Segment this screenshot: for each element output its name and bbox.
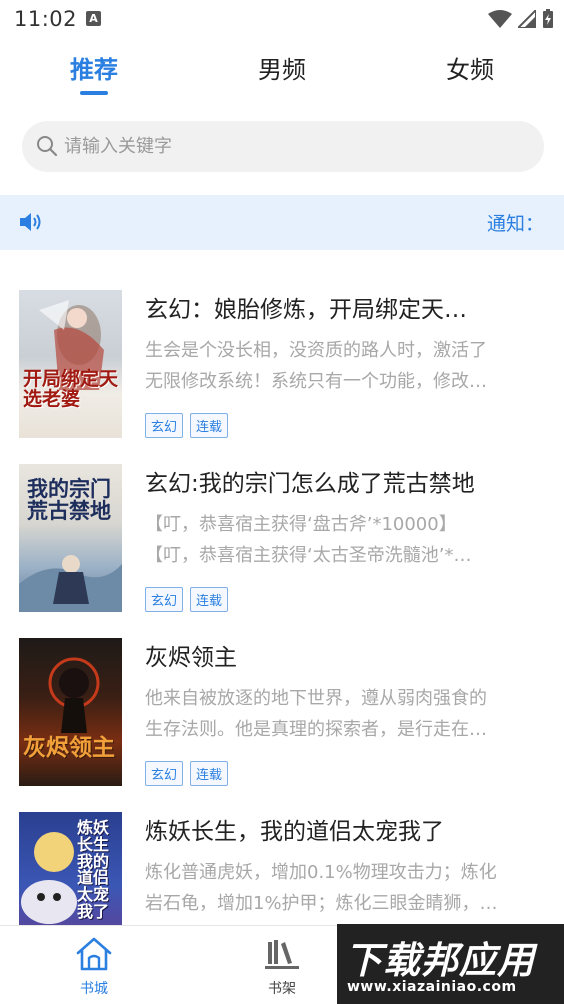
- active-tab-indicator: [80, 91, 108, 95]
- nav-label: 书架: [268, 981, 296, 997]
- notice-bar[interactable]: 通知：: [0, 195, 564, 250]
- genre-tag: 玄幻: [145, 413, 184, 438]
- book-cover: 灰烬领主: [19, 638, 122, 786]
- book-description: 炼化普通虎妖，增加0.1%物理攻击力；炼化 岩石龟，增加1%护甲；炼化三眼金睛狮…: [145, 857, 540, 919]
- status-time: 11:02: [14, 7, 78, 31]
- status-tag: 连载: [190, 587, 229, 612]
- bookshelf-icon: [265, 940, 299, 969]
- book-title: 玄幻：娘胎修炼，开局绑定天…: [145, 297, 467, 323]
- home-icon: [76, 937, 112, 971]
- book-title: 炼妖长生，我的道侣太宠我了: [145, 819, 444, 845]
- book-description: 他来自被放逐的地下世界，遵从弱肉强食的 生存法则。他是真理的探索者，是行走在…: [145, 683, 540, 745]
- book-description-line: 【叮，恭喜宿主获得‘盘古斧’*10000】: [145, 514, 457, 535]
- genre-tag: 玄幻: [145, 587, 184, 612]
- watermark-logo: 下载邦应用 www.xiazainiao.com: [337, 924, 564, 1004]
- book-title: 玄幻:我的宗门怎么成了荒古禁地: [145, 471, 475, 497]
- status-tag: 连载: [190, 413, 229, 438]
- battery-icon: [543, 9, 553, 28]
- genre-tag: 玄幻: [145, 761, 184, 786]
- book-description: 生会是个没长相，没资质的路人时，激活了 无限修改系统！系统只有一个功能，修改…: [145, 335, 540, 397]
- book-description: 【叮，恭喜宿主获得‘盘古斧’*10000】 【叮，恭喜宿主获得‘太古圣帝洗髓池’…: [145, 509, 540, 571]
- book-description-line: 炼化普通虎妖，增加0.1%物理攻击力；炼化: [145, 862, 497, 883]
- book-title: 灰烬领主: [145, 645, 237, 671]
- speaker-icon: [20, 213, 41, 231]
- search-bar[interactable]: [22, 121, 544, 172]
- book-tags: 玄幻 连载: [145, 761, 229, 786]
- book-item[interactable]: 开局绑定天选老婆 玄幻：娘胎修炼，开局绑定天… 生会是个没长相，没资质的路人时，…: [0, 290, 564, 440]
- book-description-line: 无限修改系统！系统只有一个功能，修改…: [145, 371, 487, 392]
- cover-title: 我的宗门荒古禁地: [27, 477, 111, 524]
- search-icon: [37, 136, 58, 157]
- nav-label: 书城: [80, 981, 108, 997]
- watermark-url: www.xiazainiao.com: [347, 979, 517, 995]
- book-description-line: 他来自被放逐的地下世界，遵从弱肉强食的: [145, 688, 487, 709]
- book-cover: 我的宗门荒古禁地: [19, 464, 122, 612]
- cover-title: 炼妖长生 我的道侣太宠我了: [77, 818, 110, 921]
- cover-title: 灰烬领主: [23, 735, 115, 761]
- book-tags: 玄幻 连载: [145, 587, 229, 612]
- search-input[interactable]: [64, 121, 504, 172]
- book-description-line: 岩石龟，增加1%护甲；炼化三眼金睛狮，…: [145, 893, 498, 914]
- notice-label: 通知：: [486, 213, 544, 235]
- watermark-title: 下载邦应用: [345, 939, 535, 982]
- tab-female[interactable]: 女频: [446, 50, 494, 85]
- nav-bookstore[interactable]: 书城: [54, 936, 134, 998]
- book-item[interactable]: 我的宗门荒古禁地 玄幻:我的宗门怎么成了荒古禁地 【叮，恭喜宿主获得‘盘古斧’*…: [0, 464, 564, 614]
- book-cover: 开局绑定天选老婆: [19, 290, 122, 438]
- cover-title: 开局绑定天选老婆: [23, 368, 119, 410]
- status-bar: 11:02 A: [0, 0, 564, 38]
- book-item[interactable]: 灰烬领主 灰烬领主 他来自被放逐的地下世界，遵从弱肉强食的 生存法则。他是真理的…: [0, 638, 564, 788]
- book-description-line: 生会是个没长相，没资质的路人时，激活了: [145, 340, 487, 361]
- wifi-icon: [488, 10, 512, 28]
- signal-icon: [518, 10, 536, 28]
- status-icons: [488, 8, 554, 30]
- tab-male[interactable]: 男频: [258, 50, 306, 85]
- tab-recommend[interactable]: 推荐: [70, 50, 118, 85]
- cover-art: [39, 300, 104, 390]
- status-tag: 连载: [190, 761, 229, 786]
- nav-bookshelf[interactable]: 书架: [242, 936, 322, 998]
- notification-icon: A: [86, 11, 101, 26]
- book-tags: 玄幻 连载: [145, 413, 229, 438]
- book-description-line: 【叮，恭喜宿主获得‘太古圣帝洗髓池’*…: [145, 545, 472, 566]
- book-description-line: 生存法则。他是真理的探索者，是行走在…: [145, 719, 487, 740]
- cover-art: [48, 657, 100, 733]
